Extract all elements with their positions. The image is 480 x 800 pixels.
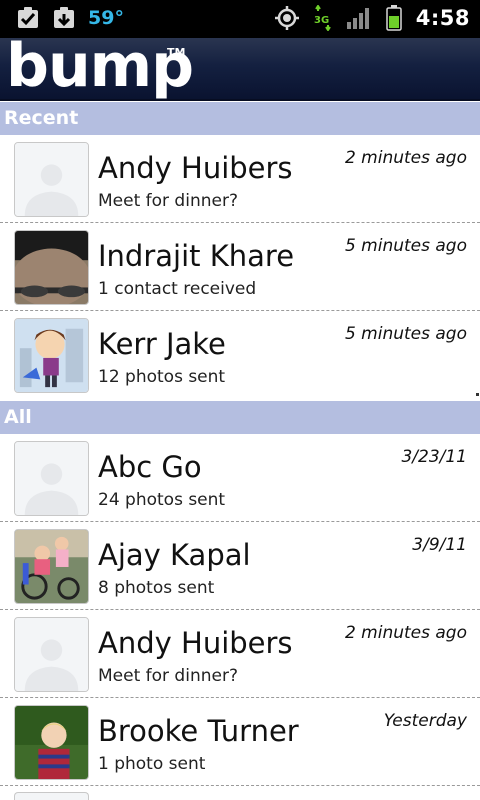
contact-timestamp: 3/9/11 (412, 535, 467, 555)
status-bar-right: 3G 4:58 (274, 5, 470, 31)
default-person-icon (15, 442, 88, 515)
contact-activity: Meet for dinner? (98, 666, 238, 686)
section-header-recent: Recent (0, 102, 480, 135)
default-person-icon (15, 618, 88, 691)
contact-timestamp: 2 minutes ago (344, 623, 467, 643)
default-contact-avatar (14, 441, 89, 516)
contact-activity: 24 photos sent (98, 490, 226, 510)
cartoon-avatar (14, 318, 89, 393)
contact-name: Indrajit Khare (98, 239, 295, 273)
download-notification-icon (54, 7, 74, 28)
contact-activity: Meet for dinner? (98, 191, 238, 211)
signal-strength-icon (346, 8, 369, 29)
contact-activity: 1 contact received (98, 279, 257, 299)
cartoon-character-image (15, 319, 88, 392)
contact-timestamp: 5 minutes ago (344, 236, 467, 256)
list-item[interactable]: Andy Huibers Meet for dinner? 2 minutes … (0, 610, 480, 698)
section-header-all: All (0, 401, 480, 434)
photo-avatar (14, 529, 89, 604)
list-item[interactable]: Andy Huibers Meet for dinner? 2 minutes … (0, 135, 480, 223)
contact-name: Andy Huibers (98, 626, 293, 660)
bump-logo: bump (6, 31, 194, 101)
default-contact-avatar (14, 617, 89, 692)
contact-name: Brooke Turner (98, 714, 299, 748)
contact-activity: 12 photos sent (98, 367, 226, 387)
svg-text:3G: 3G (314, 15, 329, 26)
list-item[interactable]: Ajay Kapal 8 photos sent 3/9/11 (0, 522, 480, 610)
contact-activity: 1 photo sent (98, 754, 206, 774)
photo-avatar (14, 705, 89, 780)
contact-timestamp: Yesterday (383, 711, 467, 731)
photo-avatar (14, 230, 89, 305)
default-contact-avatar (14, 142, 89, 217)
3g-data-icon: 3G (314, 5, 331, 31)
face-photo (15, 231, 88, 304)
list-item[interactable]: Kerr Jake 12 photos sent 5 minutes ago (0, 311, 480, 399)
list-item[interactable]: Indrajit Khare 1 contact received 5 minu… (0, 223, 480, 311)
next-avatar-peek (14, 792, 89, 800)
clock-text: 4:58 (415, 6, 470, 30)
contact-timestamp: 5 minutes ago (344, 324, 467, 344)
contact-name: Kerr Jake (98, 327, 226, 361)
kids-bike-photo (15, 530, 88, 603)
default-person-icon (15, 143, 88, 216)
gps-icon (274, 6, 299, 30)
app-header: bump TM (0, 31, 480, 101)
battery-icon (386, 5, 402, 31)
temperature-text: 59° (88, 7, 124, 29)
trademark-text: TM (167, 46, 186, 59)
status-bar-left: 59° (16, 6, 124, 30)
child-photo (15, 706, 88, 779)
contact-name: Andy Huibers (98, 151, 293, 185)
contact-activity: 8 photos sent (98, 578, 215, 598)
checkbox-notification-icon (18, 7, 38, 28)
contact-name: Abc Go (98, 450, 202, 484)
contact-timestamp: 2 minutes ago (344, 148, 467, 168)
list-item[interactable]: Brooke Turner 1 photo sent Yesterday (0, 698, 480, 786)
list-item[interactable]: Abc Go 24 photos sent 3/23/11 (0, 434, 480, 522)
scrollbar-indicator[interactable] (476, 393, 479, 396)
contact-name: Ajay Kapal (98, 538, 251, 572)
contact-timestamp: 3/23/11 (401, 447, 467, 467)
